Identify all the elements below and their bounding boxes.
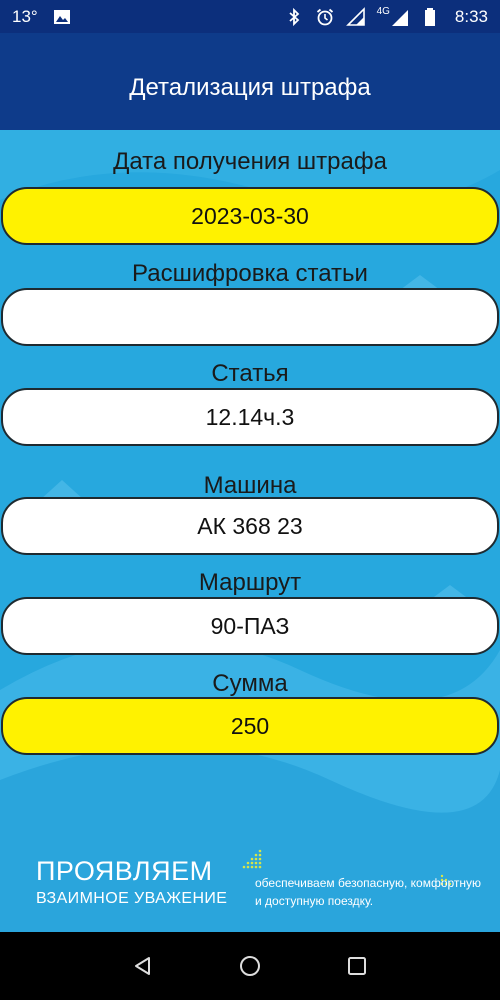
home-circle-icon [239,956,260,976]
fine-date-label: Дата получения штрафа [113,148,387,175]
back-button[interactable] [130,953,156,979]
fine-details-panel: Дата получения штрафа 2023-03-30 Расшифр… [0,130,500,932]
article-description-label: Расшифровка статьи [132,260,368,287]
brand-subtitle: ВЗАИМНОЕ УВАЖЕНИЕ [36,890,228,907]
slogan-text: обеспечиваем безопасную, комфортную и до… [255,876,482,908]
cellular-signal-icon: 4G [376,6,409,27]
route-label: Маршрут [198,569,302,596]
recents-button[interactable] [344,953,370,979]
recents-square-icon [347,957,366,975]
navigation-bar [0,932,500,1000]
image-icon [52,7,72,27]
page-title: Детализация штрафа [129,73,371,101]
vehicle-field[interactable]: АК 368 23 [1,497,499,555]
article-field[interactable]: 12.14ч.3 [1,388,499,446]
home-button[interactable] [237,953,263,979]
article-label: Статья [211,360,289,387]
brand-title: ПРОЯВЛЯЕМ [36,856,213,886]
alarm-icon [315,7,335,27]
network-type: 4G [376,6,390,17]
battery-icon [420,7,440,27]
temperature-indicator: 13° [12,6,38,26]
wifi-signal-icon [345,6,366,27]
vehicle-label: Машина [203,472,297,499]
back-triangle-icon [135,957,151,975]
app-bar: Детализация штрафа [0,33,500,130]
brand-dots-icon [242,849,262,869]
route-field[interactable]: 90-ПАЗ [1,597,499,655]
article-description-field[interactable] [1,288,499,346]
status-bar: 13° 4G 8:33 [0,0,500,33]
amount-field[interactable]: 250 [1,697,499,755]
amount-label: Сумма [212,670,288,697]
bluetooth-icon [284,7,304,27]
fine-date-field[interactable]: 2023-03-30 [1,187,499,245]
clock: 8:33 [454,6,488,26]
